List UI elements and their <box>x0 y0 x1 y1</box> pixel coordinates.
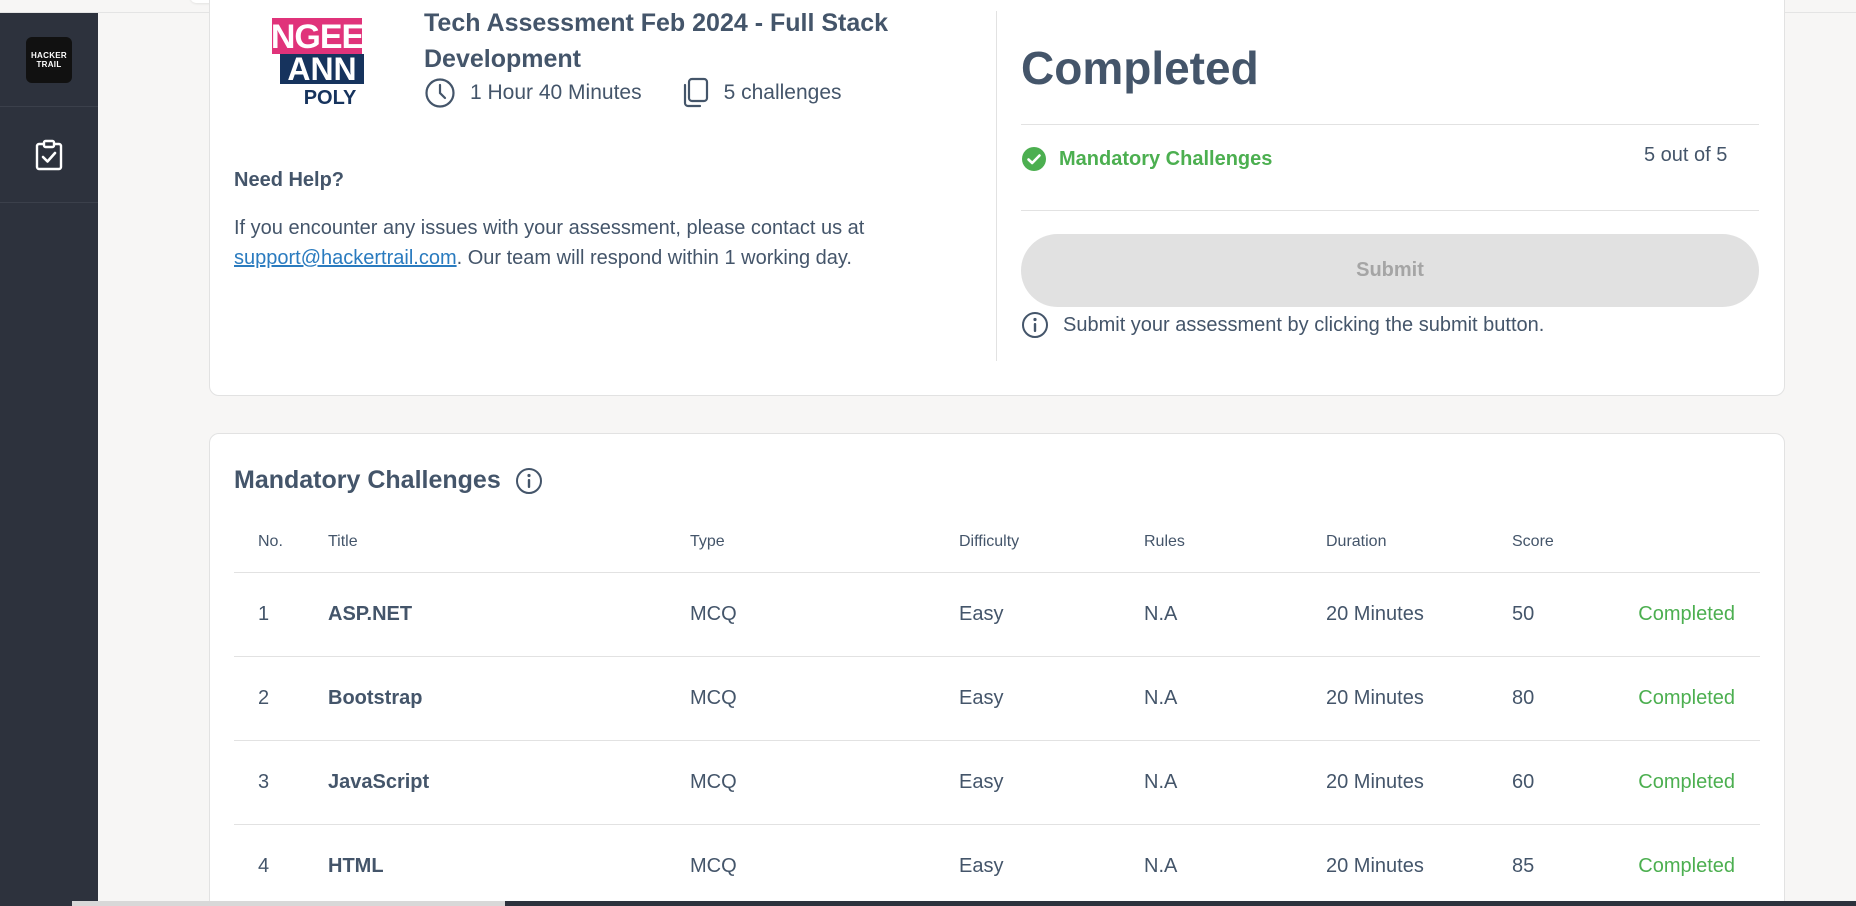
clipboard-check-icon <box>35 139 63 170</box>
cell-title: ASP.NET <box>328 572 690 657</box>
support-email-link[interactable]: support@hackertrail.com <box>234 247 457 269</box>
table-row[interactable]: 1 ASP.NET MCQ Easy N.A 20 Minutes 50 Com… <box>234 572 1760 657</box>
cell-duration: 20 Minutes <box>1326 824 1512 906</box>
cell-status: Completed <box>1602 740 1760 825</box>
cell-score: 60 <box>1512 740 1602 825</box>
help-text-after: . Our team will respond within 1 working… <box>456 247 852 269</box>
challenges-table: No. Title Type Difficulty Rules Duration… <box>234 512 1760 906</box>
cell-title: JavaScript <box>328 740 690 825</box>
cell-duration: 20 Minutes <box>1326 656 1512 741</box>
divider <box>1021 124 1759 125</box>
help-text: If you encounter any issues with your as… <box>234 213 954 273</box>
assessment-overview-card: NGEE ANN POLY Tech Assessment Feb 2024 -… <box>209 0 1785 396</box>
cell-score: 80 <box>1512 656 1602 741</box>
cell-title: HTML <box>328 824 690 906</box>
cell-type: MCQ <box>690 824 959 906</box>
mandatory-challenges-count: 5 out of 5 <box>1644 144 1728 166</box>
divider <box>1021 210 1759 211</box>
check-circle-icon <box>1022 147 1046 171</box>
sidebar-item-assessments[interactable] <box>0 107 98 203</box>
submit-note: Submit your assessment by clicking the s… <box>1021 311 1544 339</box>
cell-score: 85 <box>1512 824 1602 906</box>
logo-line-1: HACKER <box>30 50 68 60</box>
column-header-title: Title <box>328 512 690 573</box>
cell-type: MCQ <box>690 656 959 741</box>
section-title: Mandatory Challenges <box>234 466 543 495</box>
duration-text: 1 Hour 40 Minutes <box>470 81 642 104</box>
column-header-score: Score <box>1512 512 1602 573</box>
challenges-info: 5 challenges <box>680 77 842 109</box>
horizontal-scrollbar[interactable] <box>72 901 1856 906</box>
logo-word-2: ANN <box>287 51 356 87</box>
column-header-type: Type <box>690 512 959 573</box>
cell-duration: 20 Minutes <box>1326 740 1512 825</box>
column-header-duration: Duration <box>1326 512 1512 573</box>
submit-note-text: Submit your assessment by clicking the s… <box>1063 313 1545 336</box>
table-row[interactable]: 3 JavaScript MCQ Easy N.A 20 Minutes 60 … <box>234 740 1760 825</box>
cell-rules: N.A <box>1144 824 1326 906</box>
cell-rules: N.A <box>1144 572 1326 657</box>
cell-type: MCQ <box>690 572 959 657</box>
copy-icon <box>683 77 708 108</box>
cell-duration: 20 Minutes <box>1326 572 1512 657</box>
mandatory-challenges-title: Mandatory Challenges <box>234 466 501 494</box>
cell-rules: N.A <box>1144 740 1326 825</box>
table-row[interactable]: 2 Bootstrap MCQ Easy N.A 20 Minutes 80 C… <box>234 656 1760 741</box>
need-help-heading: Need Help? <box>234 169 345 191</box>
help-text-before: If you encounter any issues with your as… <box>234 217 865 239</box>
column-header-difficulty: Difficulty <box>959 512 1144 573</box>
clock-icon <box>425 78 455 108</box>
duration-info: 1 Hour 40 Minutes <box>424 77 642 109</box>
assessment-status: Completed <box>1021 42 1259 94</box>
mandatory-challenges-card: Mandatory Challenges No. Title Type Diff… <box>209 433 1785 906</box>
table-header-row: No. Title Type Difficulty Rules Duration… <box>234 512 1760 573</box>
assessment-title: Tech Assessment Feb 2024 - Full Stack De… <box>424 9 889 73</box>
cell-no: 2 <box>234 656 328 741</box>
vertical-divider <box>996 11 997 361</box>
sidebar: HACKER TRAIL <box>0 13 98 906</box>
cell-no: 1 <box>234 572 328 657</box>
mandatory-challenges-label: Mandatory Challenges <box>1059 147 1273 170</box>
cell-difficulty: Easy <box>959 572 1144 657</box>
ngee-ann-poly-logo: NGEE ANN POLY <box>270 16 370 109</box>
logo-line-2: TRAIL <box>36 59 62 69</box>
cell-score: 50 <box>1512 572 1602 657</box>
cell-difficulty: Easy <box>959 740 1144 825</box>
mandatory-challenges-status: Mandatory Challenges <box>1021 146 1272 172</box>
cell-title: Bootstrap <box>328 656 690 741</box>
sidebar-logo-area: HACKER TRAIL <box>0 13 98 107</box>
logo-word-3: POLY <box>304 87 357 106</box>
cell-status: Completed <box>1602 656 1760 741</box>
hackertrail-logo[interactable]: HACKER TRAIL <box>26 36 72 83</box>
info-icon[interactable] <box>515 467 543 495</box>
cell-type: MCQ <box>690 740 959 825</box>
cell-no: 4 <box>234 824 328 906</box>
column-header-no: No. <box>234 512 328 573</box>
cell-difficulty: Easy <box>959 824 1144 906</box>
assessment-meta: 1 Hour 40 Minutes 5 challenges <box>424 77 880 109</box>
cell-difficulty: Easy <box>959 656 1144 741</box>
cell-no: 3 <box>234 740 328 825</box>
cell-status: Completed <box>1602 572 1760 657</box>
cell-status: Completed <box>1602 824 1760 906</box>
challenges-count: 5 challenges <box>723 81 842 104</box>
info-icon <box>1022 312 1048 338</box>
submit-button[interactable]: Submit <box>1021 234 1759 307</box>
scrollbar-thumb[interactable] <box>72 901 505 906</box>
cell-rules: N.A <box>1144 656 1326 741</box>
column-header-rules: Rules <box>1144 512 1326 573</box>
table-row[interactable]: 4 HTML MCQ Easy N.A 20 Minutes 85 Comple… <box>234 824 1760 906</box>
column-header-status <box>1602 512 1760 573</box>
